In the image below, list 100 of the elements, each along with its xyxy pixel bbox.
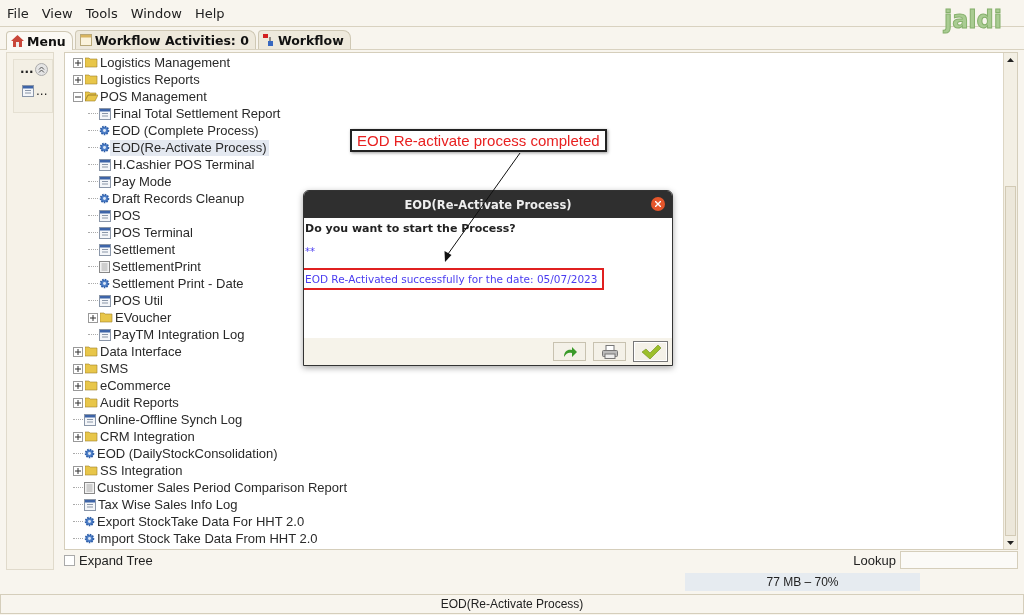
folder-icon [85, 363, 98, 374]
plus-icon [75, 433, 81, 440]
gear-icon [99, 193, 110, 204]
tree-item[interactable]: POS [111, 207, 143, 224]
window-icon [99, 328, 111, 341]
close-icon [655, 201, 661, 207]
plus-icon [75, 76, 81, 83]
tab[interactable]: Menu [6, 31, 73, 50]
tree-item[interactable]: POS Terminal [111, 224, 195, 241]
checkbox[interactable] [64, 554, 75, 566]
tab-label: Workflow [277, 32, 344, 48]
printer-icon [601, 344, 618, 359]
tree-item[interactable]: Import Stock Take Data From HHT 2.0 [95, 530, 320, 547]
tree-item[interactable]: EOD (Complete Process) [110, 122, 261, 139]
tree-item[interactable]: EOD(Re-Activate Process) [110, 139, 269, 156]
folder-icon [85, 380, 98, 391]
tab[interactable]: Workflow [257, 30, 351, 49]
tree-item[interactable]: Data Interface [98, 343, 184, 360]
tree-item[interactable]: Customer Sales Period Comparison Report [95, 479, 349, 496]
tree-item[interactable]: CRM Integration [98, 428, 197, 445]
redo-arrow-icon [561, 344, 578, 359]
status-message: EOD Re-Activated successfully for the date: 05/07/2023 [304, 268, 605, 290]
tree-item[interactable]: Draft Records Cleanup [110, 190, 247, 207]
marker-text: ** [305, 246, 316, 259]
tree-item[interactable]: Export StockTake Data For HHT 2.0 [95, 513, 307, 530]
plus-icon [75, 467, 81, 474]
menu-item[interactable]: File [7, 5, 29, 21]
folder-icon [100, 312, 113, 323]
expand-toggle[interactable] [73, 363, 83, 374]
double-chevron-up-icon [38, 65, 45, 73]
window-icon [99, 175, 111, 188]
folder-icon [85, 346, 98, 357]
menu-item[interactable]: View [41, 5, 73, 21]
tree-item[interactable]: Pay Mode [111, 173, 174, 190]
folder-icon [85, 465, 98, 476]
tree-item[interactable]: Logistics Management [98, 54, 233, 71]
folder-icon [85, 431, 98, 442]
menu-item[interactable]: Window [130, 5, 182, 21]
gear-icon [99, 142, 110, 153]
expand-toggle[interactable] [73, 380, 83, 391]
scrollbar[interactable] [1003, 53, 1017, 549]
gear-icon [84, 533, 95, 544]
tree-item[interactable]: PayTM Integration Log [111, 326, 247, 343]
tree-item[interactable]: SMS [98, 360, 131, 377]
tree-item[interactable]: EOD (DailyStockConsolidation) [95, 445, 280, 462]
window-icon [79, 34, 92, 46]
tree-item[interactable]: SettlementPrint [110, 258, 203, 275]
window-icon [22, 85, 34, 97]
tree-item[interactable]: EVoucher [113, 309, 174, 326]
menu-item[interactable]: Help [194, 5, 225, 21]
expand-toggle[interactable] [73, 431, 83, 442]
collapse-toggle[interactable] [73, 91, 83, 102]
tree-item[interactable]: Settlement [111, 241, 178, 258]
gear-icon [99, 278, 110, 289]
tree-item[interactable]: eCommerce [98, 377, 173, 394]
tree-item[interactable]: Final Total Settlement Report [111, 105, 283, 122]
tree-item[interactable]: Online-Offline Synch Log [96, 411, 245, 428]
expand-toggle[interactable] [73, 397, 83, 408]
tree-item[interactable]: POS Util [111, 292, 165, 309]
tree-item[interactable]: POS Management [98, 88, 209, 105]
tab-label: Menu [27, 33, 66, 49]
expand-toggle[interactable] [88, 312, 98, 323]
window-icon [99, 209, 111, 222]
scroll-up-icon[interactable] [1007, 57, 1014, 62]
checkbox-label[interactable]: Expand Tree [79, 552, 153, 568]
tree-item[interactable]: Logistics Reports [98, 71, 202, 88]
home-icon [11, 35, 24, 47]
print-button[interactable] [593, 342, 626, 361]
redo-button[interactable] [553, 342, 586, 361]
tree-item[interactable]: H.Cashier POS Terminal [111, 156, 257, 173]
lookup-field[interactable] [900, 551, 1018, 569]
window-icon [99, 243, 111, 256]
dialog-title: EOD(Re-Activate Process) [404, 197, 572, 212]
checkmark-icon [640, 344, 661, 359]
folder-icon [85, 397, 98, 408]
panel-item[interactable]: ... [36, 84, 48, 98]
expand-toggle[interactable] [73, 57, 83, 68]
scroll-down-icon[interactable] [1007, 540, 1014, 545]
folder-icon [85, 74, 98, 85]
tree-item[interactable]: Tax Wise Sales Info Log [96, 496, 240, 513]
expand-toggle[interactable] [73, 74, 83, 85]
tree-item[interactable]: SS Integration [98, 462, 185, 479]
tree-item[interactable]: Settlement Print - Date [110, 275, 246, 292]
diagram-icon [262, 34, 275, 46]
ok-button[interactable] [633, 341, 668, 362]
tab-label: Workflow Activities: 0 [94, 32, 249, 48]
menu-item[interactable]: Tools [85, 5, 118, 21]
window-icon [99, 294, 111, 307]
tab[interactable]: Workflow Activities: 0 [74, 30, 256, 49]
close-button[interactable] [651, 197, 665, 211]
expand-toggle[interactable] [73, 346, 83, 357]
tree-item[interactable]: Audit Reports [98, 394, 181, 411]
plus-icon [75, 348, 81, 355]
gear-icon [84, 516, 95, 527]
window-icon [84, 413, 96, 426]
gear-icon [84, 448, 95, 459]
plus-icon [75, 399, 81, 406]
plus-icon [75, 59, 81, 66]
lookup-label: Lookup [853, 552, 896, 568]
expand-toggle[interactable] [73, 465, 83, 476]
